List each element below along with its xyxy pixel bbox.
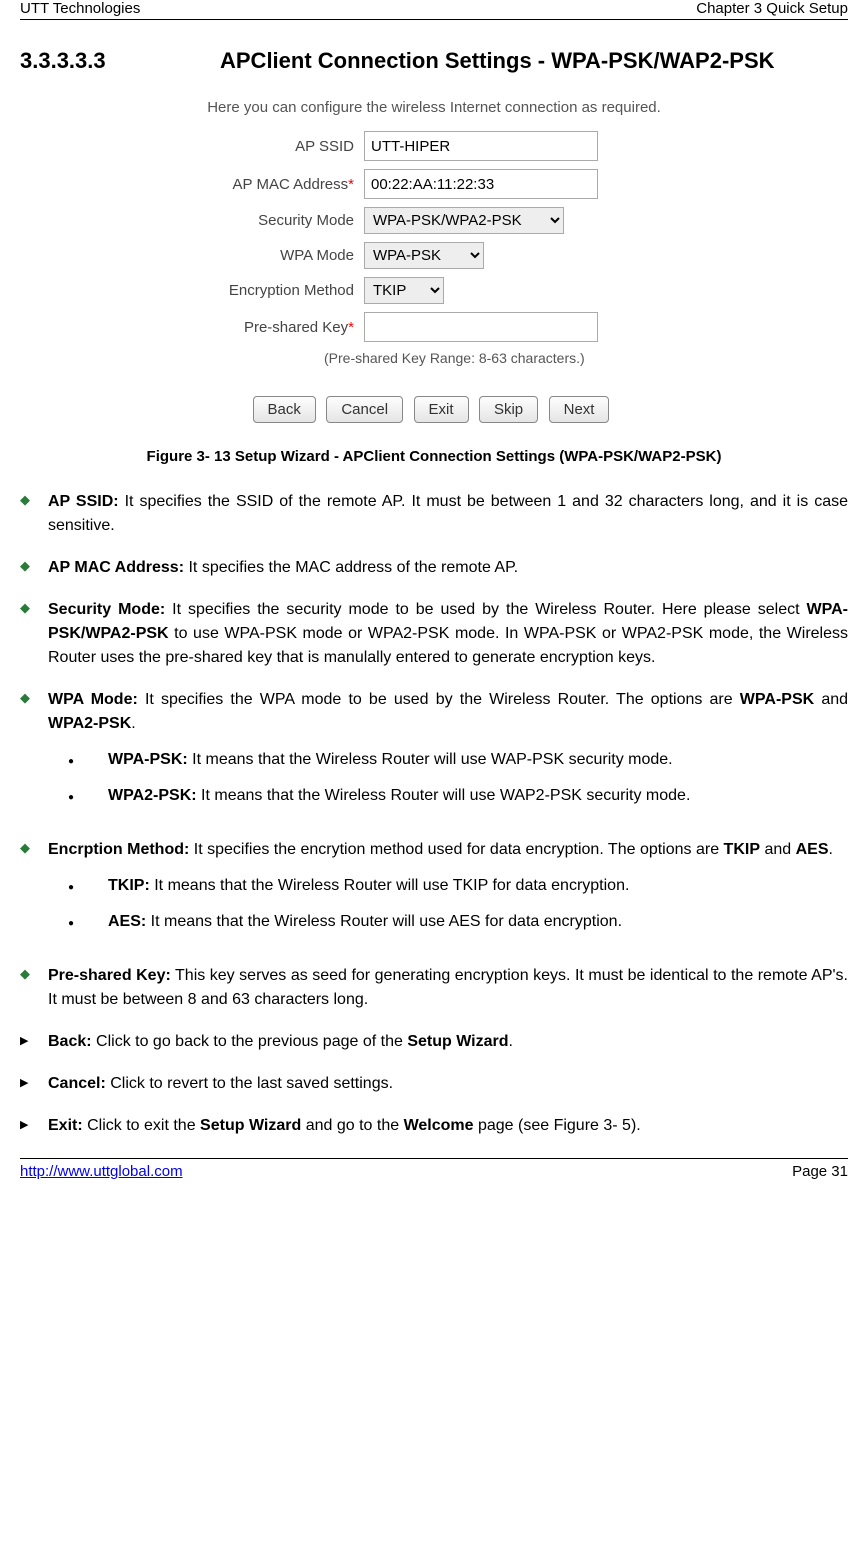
bullet-icon: [20, 964, 48, 1012]
select-security-mode[interactable]: WPA-PSK/WPA2-PSK: [364, 207, 564, 234]
bullet-ap-mac: AP MAC Address: It specifies the MAC add…: [48, 556, 848, 580]
back-button[interactable]: Back: [253, 396, 316, 423]
select-encryption-method[interactable]: TKIP: [364, 277, 444, 304]
section-heading: 3.3.3.3.3 APClient Connection Settings -…: [20, 48, 848, 74]
triangle-icon: [20, 1072, 48, 1096]
wizard-buttons: Back Cancel Exit Skip Next: [20, 396, 848, 423]
label-ap-mac: AP MAC Address*: [154, 176, 364, 193]
triangle-icon: [20, 1114, 48, 1138]
settings-form: AP SSID AP MAC Address* Security Mode WP…: [154, 131, 714, 366]
sub-aes: AES: It means that the Wireless Router w…: [108, 910, 848, 934]
sub-tkip: TKIP: It means that the Wireless Router …: [108, 874, 848, 898]
bullet-icon: [20, 688, 48, 820]
form-intro: Here you can configure the wireless Inte…: [20, 99, 848, 116]
next-button[interactable]: Next: [549, 396, 610, 423]
sub-wpa2-psk: WPA2-PSK: It means that the Wireless Rou…: [108, 784, 848, 808]
label-ap-ssid: AP SSID: [154, 138, 364, 155]
page-footer: http://www.uttglobal.com Page 31: [20, 1158, 848, 1180]
sub-wpa-psk: WPA-PSK: It means that the Wireless Rout…: [108, 748, 848, 772]
select-wpa-mode[interactable]: WPA-PSK: [364, 242, 484, 269]
cancel-button[interactable]: Cancel: [326, 396, 403, 423]
bullet-icon: [20, 838, 48, 946]
bullet-back: Back: Click to go back to the previous p…: [48, 1030, 848, 1054]
bullet-icon: [20, 598, 48, 670]
description-list: AP SSID: It specifies the SSID of the re…: [20, 490, 848, 1138]
dot-icon: [48, 874, 108, 898]
figure-caption: Figure 3- 13 Setup Wizard - APClient Con…: [20, 448, 848, 465]
bullet-cancel: Cancel: Click to revert to the last save…: [48, 1072, 848, 1096]
dot-icon: [48, 784, 108, 808]
exit-button[interactable]: Exit: [414, 396, 469, 423]
header-right: Chapter 3 Quick Setup: [696, 0, 848, 17]
bullet-encryption-method: Encrption Method: It specifies the encry…: [48, 838, 848, 946]
bullet-exit: Exit: Click to exit the Setup Wizard and…: [48, 1114, 848, 1138]
bullet-wpa-mode: WPA Mode: It specifies the WPA mode to b…: [48, 688, 848, 820]
bullet-pre-shared-key: Pre-shared Key: This key serves as seed …: [48, 964, 848, 1012]
input-pre-shared-key[interactable]: [364, 312, 598, 342]
psk-hint: (Pre-shared Key Range: 8-63 characters.): [324, 350, 714, 366]
bullet-ap-ssid: AP SSID: It specifies the SSID of the re…: [48, 490, 848, 538]
input-ap-mac[interactable]: [364, 169, 598, 199]
footer-page: Page 31: [792, 1163, 848, 1180]
page-header: UTT Technologies Chapter 3 Quick Setup: [20, 0, 848, 20]
bullet-security-mode: Security Mode: It specifies the security…: [48, 598, 848, 670]
dot-icon: [48, 910, 108, 934]
label-pre-shared-key: Pre-shared Key*: [154, 319, 364, 336]
input-ap-ssid[interactable]: [364, 131, 598, 161]
section-title: APClient Connection Settings - WPA-PSK/W…: [220, 48, 775, 74]
header-left: UTT Technologies: [20, 0, 140, 17]
bullet-icon: [20, 490, 48, 538]
label-encryption-method: Encryption Method: [154, 282, 364, 299]
dot-icon: [48, 748, 108, 772]
triangle-icon: [20, 1030, 48, 1054]
label-security-mode: Security Mode: [154, 212, 364, 229]
label-wpa-mode: WPA Mode: [154, 247, 364, 264]
bullet-icon: [20, 556, 48, 580]
skip-button[interactable]: Skip: [479, 396, 538, 423]
section-number: 3.3.3.3.3: [20, 48, 220, 74]
footer-url[interactable]: http://www.uttglobal.com: [20, 1163, 183, 1180]
